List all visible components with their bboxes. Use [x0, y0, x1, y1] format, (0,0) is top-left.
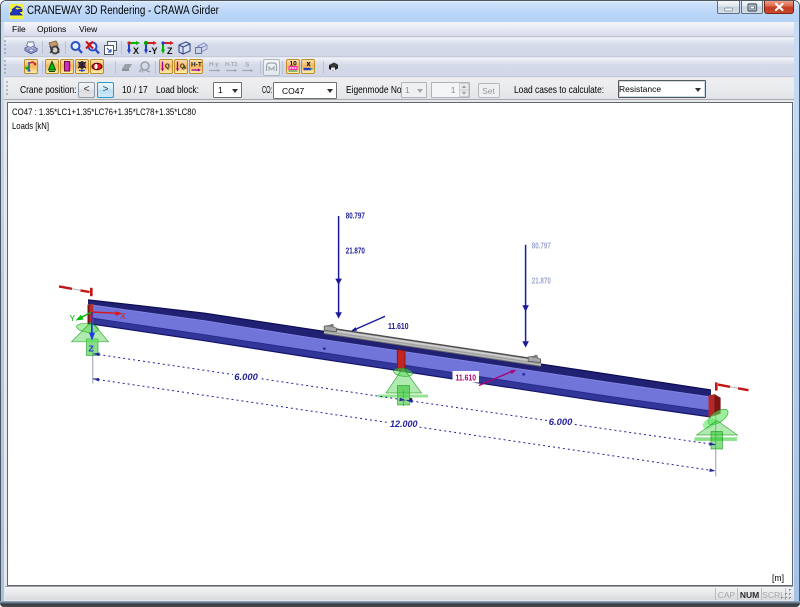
svg-text:H-T: H-T	[191, 62, 202, 69]
svg-text:Q: Q	[165, 64, 170, 70]
svg-text:k: k	[184, 65, 187, 70]
svg-text:H-T3: H-T3	[225, 62, 237, 68]
svg-text:21.870: 21.870	[346, 246, 365, 256]
svg-text:Y: Y	[70, 313, 76, 323]
svg-text:CO47 : 1.35*LC1+1.35*LC76+1.35: CO47 : 1.35*LC1+1.35*LC76+1.35*LC78+1.35…	[12, 107, 196, 118]
svg-text:12.000: 12.000	[390, 419, 418, 430]
svg-text:6.000: 6.000	[234, 372, 258, 383]
svg-text:80.797: 80.797	[532, 240, 551, 250]
svg-text:Z: Z	[167, 46, 173, 56]
svg-text:11.610: 11.610	[388, 321, 409, 331]
svg-text:[m]: [m]	[772, 573, 784, 584]
svg-text:X: X	[133, 46, 139, 56]
svg-text:-Y: -Y	[149, 46, 158, 56]
svg-text:H-y: H-y	[209, 62, 219, 68]
svg-text:80.797: 80.797	[346, 211, 365, 221]
svg-text:6.000: 6.000	[549, 417, 573, 428]
svg-text:11.610: 11.610	[456, 372, 477, 382]
svg-text:Loads [kN]: Loads [kN]	[12, 121, 49, 132]
svg-text:S: S	[245, 62, 250, 69]
svg-text:Z: Z	[89, 344, 94, 354]
svg-text:X: X	[120, 311, 126, 321]
svg-text:21.870: 21.870	[532, 275, 551, 285]
